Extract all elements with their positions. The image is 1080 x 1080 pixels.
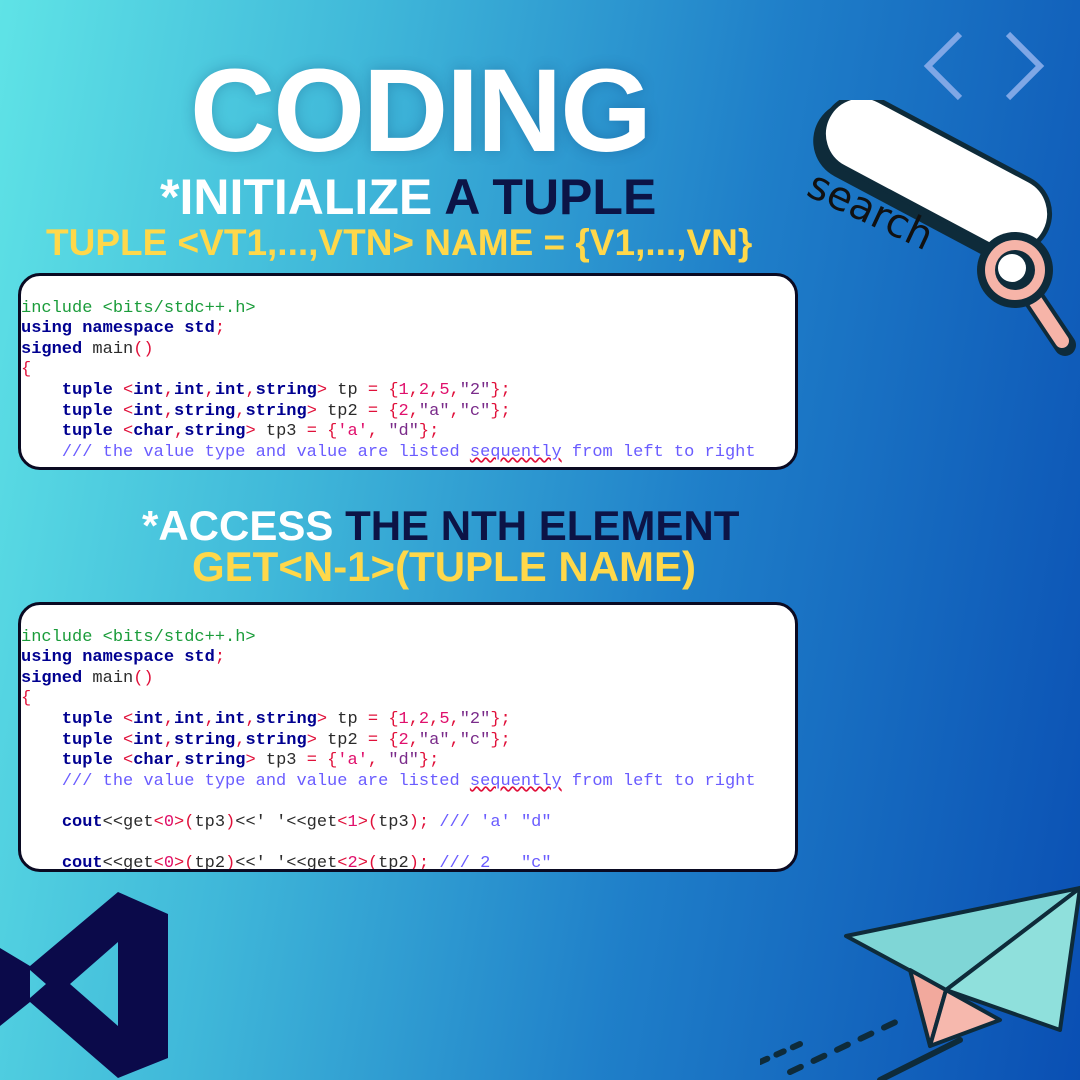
code2-line-1: using namespace std; (21, 648, 226, 668)
code2-line-2: signed main() (21, 668, 154, 688)
code-snippet-access: include <bits/stdc++.h> using namespace s… (18, 602, 798, 872)
code2-line-9: cout<<get<0>(tp3)<<' '<<get<1>(tp3); ///… (61, 812, 552, 832)
section1-heading-rest: A TUPLE (444, 169, 657, 225)
paper-plane-icon (760, 886, 1080, 1080)
section2-heading: *ACCESS THE NTH ELEMENT (142, 505, 739, 547)
code-snippet-initialize: include <bits/stdc++.h> using namespace s… (18, 273, 798, 470)
section1-heading-prefix: *INITIALIZE (160, 169, 433, 225)
code1-line-4: tuple <int,int,int,string> tp = {1,2,5,"… (61, 380, 511, 400)
section2-syntax: GET<N-1>(TUPLE NAME) (192, 543, 697, 590)
section1-syntax: TUPLE <VT1,...,VTN> NAME = {V1,...,VN} (46, 222, 753, 263)
code1-line-5: tuple <int,string,string> tp2 = {2,"a","… (61, 401, 511, 421)
code1-line-8: } (21, 463, 756, 467)
code2-line-8 (21, 792, 756, 813)
visual-studio-logo-icon (0, 892, 168, 1078)
section2-heading-prefix: *ACCESS (142, 502, 334, 549)
code1-line-2: signed main() (21, 339, 154, 359)
code1-line-0: include <bits/stdc++.h> (21, 298, 256, 318)
code2-line-11: cout<<get<0>(tp2)<<' '<<get<2>(tp2); ///… (61, 854, 552, 872)
section1-heading: *INITIALIZE A TUPLE (160, 172, 656, 222)
code2-line-0: include <bits/stdc++.h> (21, 627, 256, 647)
code2-line-6: tuple <char,string> tp3 = {'a', "d"}; (61, 751, 440, 771)
section2-heading-rest: THE NTH ELEMENT (345, 502, 740, 549)
page-title: CODING (190, 45, 652, 177)
code2-line-4: tuple <int,int,int,string> tp = {1,2,5,"… (61, 709, 511, 729)
code1-line-3: { (21, 360, 32, 380)
code-chevrons-icon (923, 31, 1045, 101)
code1-line-6: tuple <char,string> tp3 = {'a', "d"}; (61, 422, 440, 442)
code2-line-5: tuple <int,string,string> tp2 = {2,"a","… (61, 730, 511, 750)
code2-line-3: { (21, 689, 32, 709)
code2-line-10 (21, 834, 756, 855)
code1-line-1: using namespace std; (21, 319, 226, 339)
code1-line-7: /// the value type and value are listed … (61, 442, 756, 462)
code2-line-7: /// the value type and value are listed … (61, 771, 756, 791)
